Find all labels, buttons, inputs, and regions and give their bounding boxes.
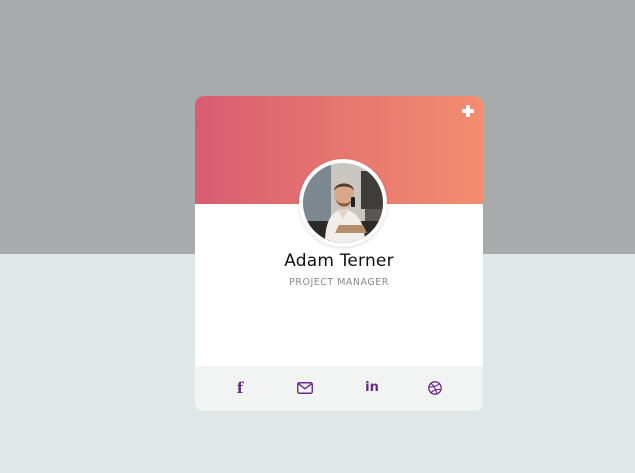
social-bar: f in — [195, 366, 483, 411]
avatar-photo — [303, 163, 383, 243]
linkedin-letter: in — [365, 380, 379, 395]
profile-card: Adam Terner PROJECT MANAGER f in — [195, 96, 483, 411]
profile-name: Adam Terner — [284, 251, 394, 271]
facebook-icon[interactable]: f — [230, 378, 250, 398]
dribbble-icon[interactable] — [425, 378, 445, 398]
linkedin-icon[interactable]: in — [362, 378, 382, 398]
plus-icon[interactable] — [461, 104, 475, 118]
mail-icon[interactable] — [295, 378, 315, 398]
facebook-letter: f — [236, 379, 244, 397]
profile-role: PROJECT MANAGER — [289, 277, 389, 288]
avatar — [299, 159, 387, 247]
